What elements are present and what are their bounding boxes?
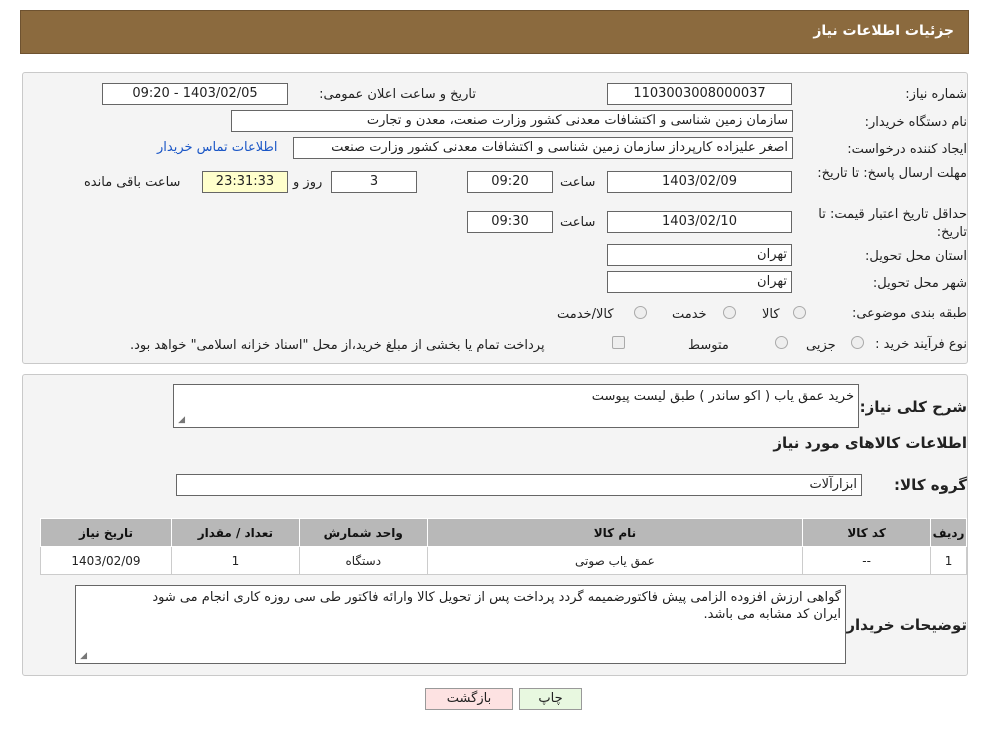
process-option-medium: متوسط	[688, 338, 729, 353]
buyer-org-label: نام دستگاه خریدار:	[864, 115, 967, 130]
treasury-checkbox[interactable]	[612, 336, 625, 349]
category-label: طبقه بندی موضوعی:	[851, 306, 967, 321]
buyer-notes-label: توضیحات خریدار:	[840, 616, 967, 634]
need-number-field: 1103003008000037	[607, 83, 792, 105]
validity-time-field: 09:30	[467, 211, 553, 233]
buyer-notes-textarea: گواهی ارزش افزوده الزامی پیش فاکتورضمیمه…	[75, 585, 846, 664]
validity-label: حداقل تاریخ اعتبار قیمت: تا تاریخ:	[818, 207, 967, 240]
goods-table: ردیف کد کالا نام کالا واحد شمارش تعداد /…	[40, 518, 967, 575]
print-button[interactable]: چاپ	[519, 688, 582, 710]
remaining-time-field: 23:31:33	[202, 171, 288, 193]
category-option-service: خدمت	[672, 307, 707, 322]
cell-name: عمق یاب صوتی	[426, 546, 804, 575]
days-label: روز و	[293, 175, 323, 190]
col-name: نام کالا	[426, 518, 804, 547]
col-row: ردیف	[930, 518, 967, 547]
validity-date-field: 1403/02/10	[607, 211, 792, 233]
category-option-goods: کالا	[762, 307, 780, 322]
process-radio-medium[interactable]	[775, 336, 788, 349]
process-radio-minor[interactable]	[851, 336, 864, 349]
col-unit: واحد شمارش	[298, 518, 428, 547]
province-label: استان محل تحویل:	[865, 249, 967, 264]
buyer-note-line: ایران کد مشابه می باشد.	[703, 607, 841, 622]
goods-group-field: ابزارآلات	[176, 474, 862, 496]
announce-datetime-field: 1403/02/05 - 09:20	[102, 83, 288, 105]
validity-time-label: ساعت	[560, 215, 596, 230]
resize-grip-icon[interactable]: ◢	[176, 416, 185, 425]
cell-qty: 1	[170, 546, 300, 575]
payment-note: پرداخت تمام یا بخشی از مبلغ خرید،از محل …	[130, 338, 545, 353]
col-code: کد کالا	[802, 518, 932, 547]
category-radio-goods-service[interactable]	[634, 306, 647, 319]
process-label: نوع فرآیند خرید :	[875, 337, 967, 352]
resize-grip-icon[interactable]: ◢	[78, 652, 87, 661]
remaining-label: ساعت باقی مانده	[84, 175, 181, 190]
city-label: شهر محل تحویل:	[872, 276, 967, 291]
goods-group-label: گروه کالا:	[894, 476, 967, 494]
buyer-org-field: سازمان زمین شناسی و اکتشافات معدنی کشور …	[231, 110, 793, 132]
cell-unit: دستگاه	[298, 546, 428, 575]
description-label: شرح کلی نیاز:	[859, 398, 967, 416]
buyer-contact-link[interactable]: اطلاعات تماس خریدار	[157, 140, 277, 155]
description-text: خرید عمق یاب ( اکو ساندر ) طبق لیست پیوس…	[591, 389, 854, 404]
deadline-label: مهلت ارسال پاسخ: تا تاریخ:	[817, 166, 967, 181]
days-field: 3	[331, 171, 417, 193]
category-radio-goods[interactable]	[793, 306, 806, 319]
table-row: 1 -- عمق یاب صوتی دستگاه 1 1403/02/09	[40, 546, 967, 575]
description-textarea: خرید عمق یاب ( اکو ساندر ) طبق لیست پیوس…	[173, 384, 859, 428]
cell-row: 1	[930, 546, 967, 575]
requester-label: ایجاد کننده درخواست:	[847, 142, 967, 157]
deadline-date-field: 1403/02/09	[607, 171, 792, 193]
category-radio-service[interactable]	[723, 306, 736, 319]
page-header: جزئیات اطلاعات نیاز	[20, 10, 969, 54]
col-date: تاریخ نیاز	[40, 518, 172, 547]
need-number-label: شماره نیاز:	[905, 87, 967, 102]
deadline-time-label: ساعت	[560, 175, 596, 190]
goods-section-title: اطلاعات کالاهای مورد نیاز	[773, 434, 967, 452]
cell-date: 1403/02/09	[40, 546, 172, 575]
col-qty: تعداد / مقدار	[170, 518, 300, 547]
announce-label: تاریخ و ساعت اعلان عمومی:	[319, 87, 476, 102]
buyer-note-line: گواهی ارزش افزوده الزامی پیش فاکتورضمیمه…	[152, 590, 841, 605]
province-field: تهران	[607, 244, 792, 266]
requester-field: اصغر علیزاده کارپرداز سازمان زمین شناسی …	[293, 137, 793, 159]
category-option-goods-service: کالا/خدمت	[557, 307, 614, 322]
process-option-minor: جزیی	[806, 338, 836, 353]
cell-code: --	[802, 546, 932, 575]
page-title: جزئیات اطلاعات نیاز	[813, 23, 954, 39]
city-field: تهران	[607, 271, 792, 293]
deadline-time-field: 09:20	[467, 171, 553, 193]
back-button[interactable]: بازگشت	[425, 688, 513, 710]
